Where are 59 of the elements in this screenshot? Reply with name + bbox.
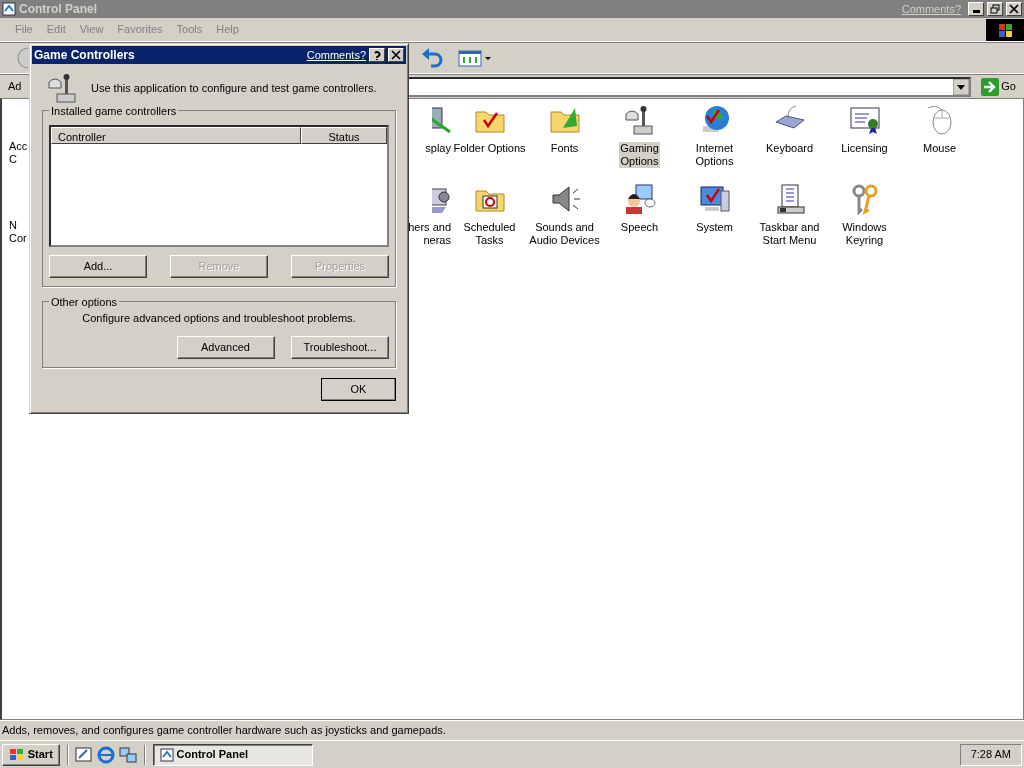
windows-logo-icon (986, 18, 1024, 41)
computers-icon[interactable] (119, 745, 138, 764)
icon-label[interactable]: N Cor (8, 219, 30, 245)
column-header[interactable]: Status (301, 127, 387, 144)
close-button[interactable] (388, 48, 404, 62)
person-at-computer-icon (623, 183, 656, 215)
browser-icon[interactable] (97, 745, 116, 764)
help-button[interactable] (369, 48, 385, 62)
icon-label[interactable]: Internet Options (694, 142, 735, 168)
comments-link[interactable]: Comments? (306, 46, 366, 64)
close-button[interactable] (1006, 2, 1022, 16)
dialog-button[interactable]: Add... (49, 255, 147, 278)
icon-label[interactable]: Folder Options (452, 142, 527, 155)
help-icon (372, 50, 382, 60)
icon-label[interactable]: System (695, 221, 734, 234)
certificate-icon (848, 104, 881, 136)
taskbar-button[interactable]: Control Panel (152, 743, 313, 766)
controller-list[interactable]: Controller Status (49, 125, 389, 247)
status-text: Adds, removes, and configures game controller hardware such as joysticks and gamepads. (0, 720, 1024, 740)
go-button[interactable]: Go (974, 77, 1022, 96)
control-panel-icon (159, 747, 174, 762)
icon-label[interactable]: Taskbar and Start Menu (758, 221, 821, 247)
control-panel-icon (2, 2, 16, 16)
icon-label[interactable]: Scheduled Tasks (462, 221, 517, 247)
icon-label[interactable]: Keyboard (764, 142, 815, 155)
joystick-icon (623, 104, 656, 136)
icon-label[interactable]: Licensing (840, 142, 889, 155)
intro-text: Use this application to configure and test game controllers. (91, 80, 377, 96)
icon-label[interactable]: splay (424, 142, 452, 155)
icon-label[interactable]: Windows Keyring (841, 221, 888, 247)
icon-label[interactable]: Acc C (8, 140, 30, 166)
icon-label[interactable]: Sounds and Audio Devices (528, 221, 601, 247)
close-icon (391, 50, 401, 60)
windows-flag-icon (9, 747, 25, 762)
minimize-button[interactable] (968, 2, 984, 16)
restore-button[interactable] (987, 2, 1003, 16)
computer-icon (698, 183, 731, 215)
icon-label[interactable]: Fonts (549, 142, 580, 155)
clock-text: 7:28 AM (959, 743, 1022, 766)
icon-label[interactable]: Speech (619, 221, 660, 234)
views-icon[interactable] (458, 48, 492, 68)
close-icon (1009, 4, 1019, 14)
dropdown-arrow-icon (952, 78, 969, 95)
dialog-button[interactable]: Troubleshoot... (291, 335, 389, 359)
address-label: Ad (8, 79, 22, 95)
window-title: Control Panel (19, 1, 97, 18)
column-header[interactable]: Controller (51, 127, 301, 144)
restore-icon (990, 4, 1000, 14)
dialog-button[interactable]: Advanced (176, 335, 275, 359)
dialog-title: Game Controllers (34, 47, 135, 64)
icon-label[interactable]: hers and neras (407, 221, 452, 247)
icon-label[interactable]: Mouse (922, 142, 957, 155)
start-button[interactable]: Start (2, 743, 60, 766)
ok-button[interactable]: OK (321, 377, 396, 401)
minimize-icon (972, 10, 980, 13)
options-text: Configure advanced options and troubleshoot problems. (81, 311, 357, 326)
icon-label[interactable]: Gaming Options (619, 142, 660, 168)
go-arrow-icon (980, 77, 999, 96)
undo-icon[interactable] (420, 46, 444, 70)
